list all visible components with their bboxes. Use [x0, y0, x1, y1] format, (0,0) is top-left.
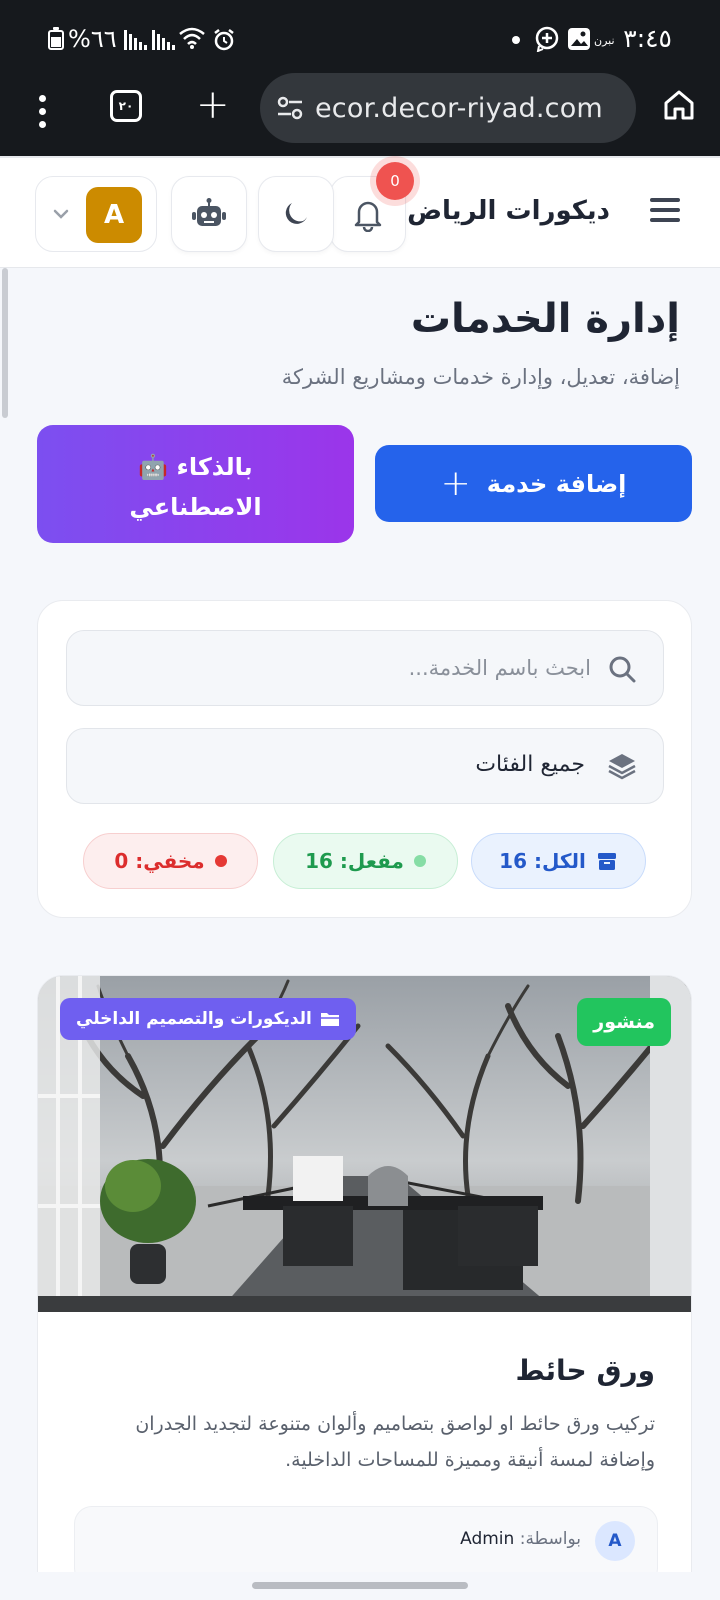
home-icon[interactable] — [662, 88, 696, 122]
url-text[interactable]: ecor.decor-riyad.com — [315, 93, 603, 124]
browser-toolbar: ٢٠ + ecor.decor-riyad.com — [0, 73, 720, 156]
status-bar: %٦٦ ﻧﺒﺮ‏ﻥ ٣:٤٥ — [0, 0, 720, 78]
brand-name[interactable]: ديكورات الرياض — [407, 196, 610, 226]
signal-icon — [152, 30, 175, 50]
category-select[interactable]: جميع الفئات — [66, 728, 664, 804]
service-title[interactable]: ورق حائط — [516, 1354, 656, 1387]
gesture-bar[interactable] — [252, 1582, 468, 1589]
folder-icon — [320, 1013, 339, 1026]
stat-hidden-badge[interactable]: مخفي: 0 — [83, 833, 258, 889]
status-dot-red — [214, 855, 227, 867]
chevron-down-icon — [53, 209, 69, 219]
add-service-label: إضافة خدمة — [486, 469, 627, 498]
new-tab-button[interactable]: + — [196, 82, 230, 128]
image-icon — [568, 28, 590, 50]
robot-icon — [192, 198, 226, 226]
stat-all-label: الكل: 16 — [499, 849, 586, 873]
status-badge: منشور — [577, 998, 671, 1046]
stat-hidden-label: مخفي: 0 — [114, 849, 205, 873]
bell-icon — [354, 201, 382, 232]
ai-generate-button[interactable]: 🤖 بالذكاء الاصطناعي — [37, 425, 354, 543]
battery-icon — [48, 27, 64, 50]
notification-count-badge: 0 — [376, 162, 414, 200]
author-avatar: A — [595, 1521, 635, 1561]
search-input[interactable] — [111, 649, 591, 687]
category-badge: الديكورات والتصميم الداخلي — [60, 998, 356, 1040]
settings-sliders-icon[interactable] — [276, 96, 304, 120]
search-icon — [609, 656, 636, 683]
filter-card: جميع الفئات الكل: 16 مفعل: 16 مخفي: 0 — [37, 600, 692, 918]
category-select-value: جميع الفئات — [475, 752, 585, 777]
carrier-label: ﻧﺒﺮ‏ﻥ — [594, 34, 615, 47]
layers-icon — [608, 754, 636, 780]
menu-icon[interactable] — [650, 198, 680, 222]
ai-assistant-button[interactable] — [171, 176, 247, 252]
search-box[interactable] — [66, 630, 664, 706]
app-header: ديكورات الرياض 0 A — [0, 156, 720, 268]
author-line: بواسطة: Admin — [460, 1529, 581, 1549]
scrollbar[interactable] — [2, 268, 8, 418]
stat-active-badge[interactable]: مفعل: 16 — [273, 833, 458, 889]
battery-percent: %٦٦ — [68, 25, 117, 53]
whatsapp-icon — [535, 26, 559, 52]
plus-icon: + — [440, 462, 471, 504]
page-title: إدارة الخدمات — [410, 296, 680, 342]
category-badge-label: الديكورات والتصميم الداخلي — [76, 1009, 312, 1029]
page-subtitle: إضافة، تعديل، وإدارة خدمات ومشاريع الشرك… — [281, 365, 680, 389]
clock: ٣:٤٥ — [623, 24, 672, 53]
stat-all-badge[interactable]: الكل: 16 — [471, 833, 646, 889]
status-dot-green — [413, 855, 426, 867]
service-description: تركيب ورق حائط او لواصق بتصاميم وألوان م… — [135, 1413, 655, 1471]
service-card[interactable]: منشور الديكورات والتصميم الداخلي ورق حائ… — [37, 975, 692, 1600]
tab-switcher-button[interactable]: ٢٠ — [110, 90, 142, 122]
wifi-icon — [179, 27, 205, 49]
author-prefix: بواسطة: — [519, 1529, 581, 1549]
add-service-button[interactable]: + إضافة خدمة — [375, 445, 692, 522]
notification-dot — [512, 36, 520, 44]
dark-mode-toggle[interactable] — [258, 176, 334, 252]
author-name: Admin — [460, 1529, 515, 1549]
ai-button-line1: 🤖 بالذكاء — [138, 453, 253, 481]
browser-menu-icon[interactable] — [28, 92, 56, 132]
moon-icon — [285, 203, 307, 224]
stat-active-label: مفعل: 16 — [305, 849, 404, 873]
address-bar[interactable]: ecor.decor-riyad.com — [260, 73, 636, 143]
signal-icon — [124, 30, 147, 50]
alarm-icon — [214, 29, 234, 51]
ai-button-line2: الاصطناعي — [129, 493, 262, 521]
avatar: A — [86, 187, 142, 243]
user-menu-button[interactable]: A — [35, 176, 157, 252]
box-icon — [597, 853, 616, 870]
